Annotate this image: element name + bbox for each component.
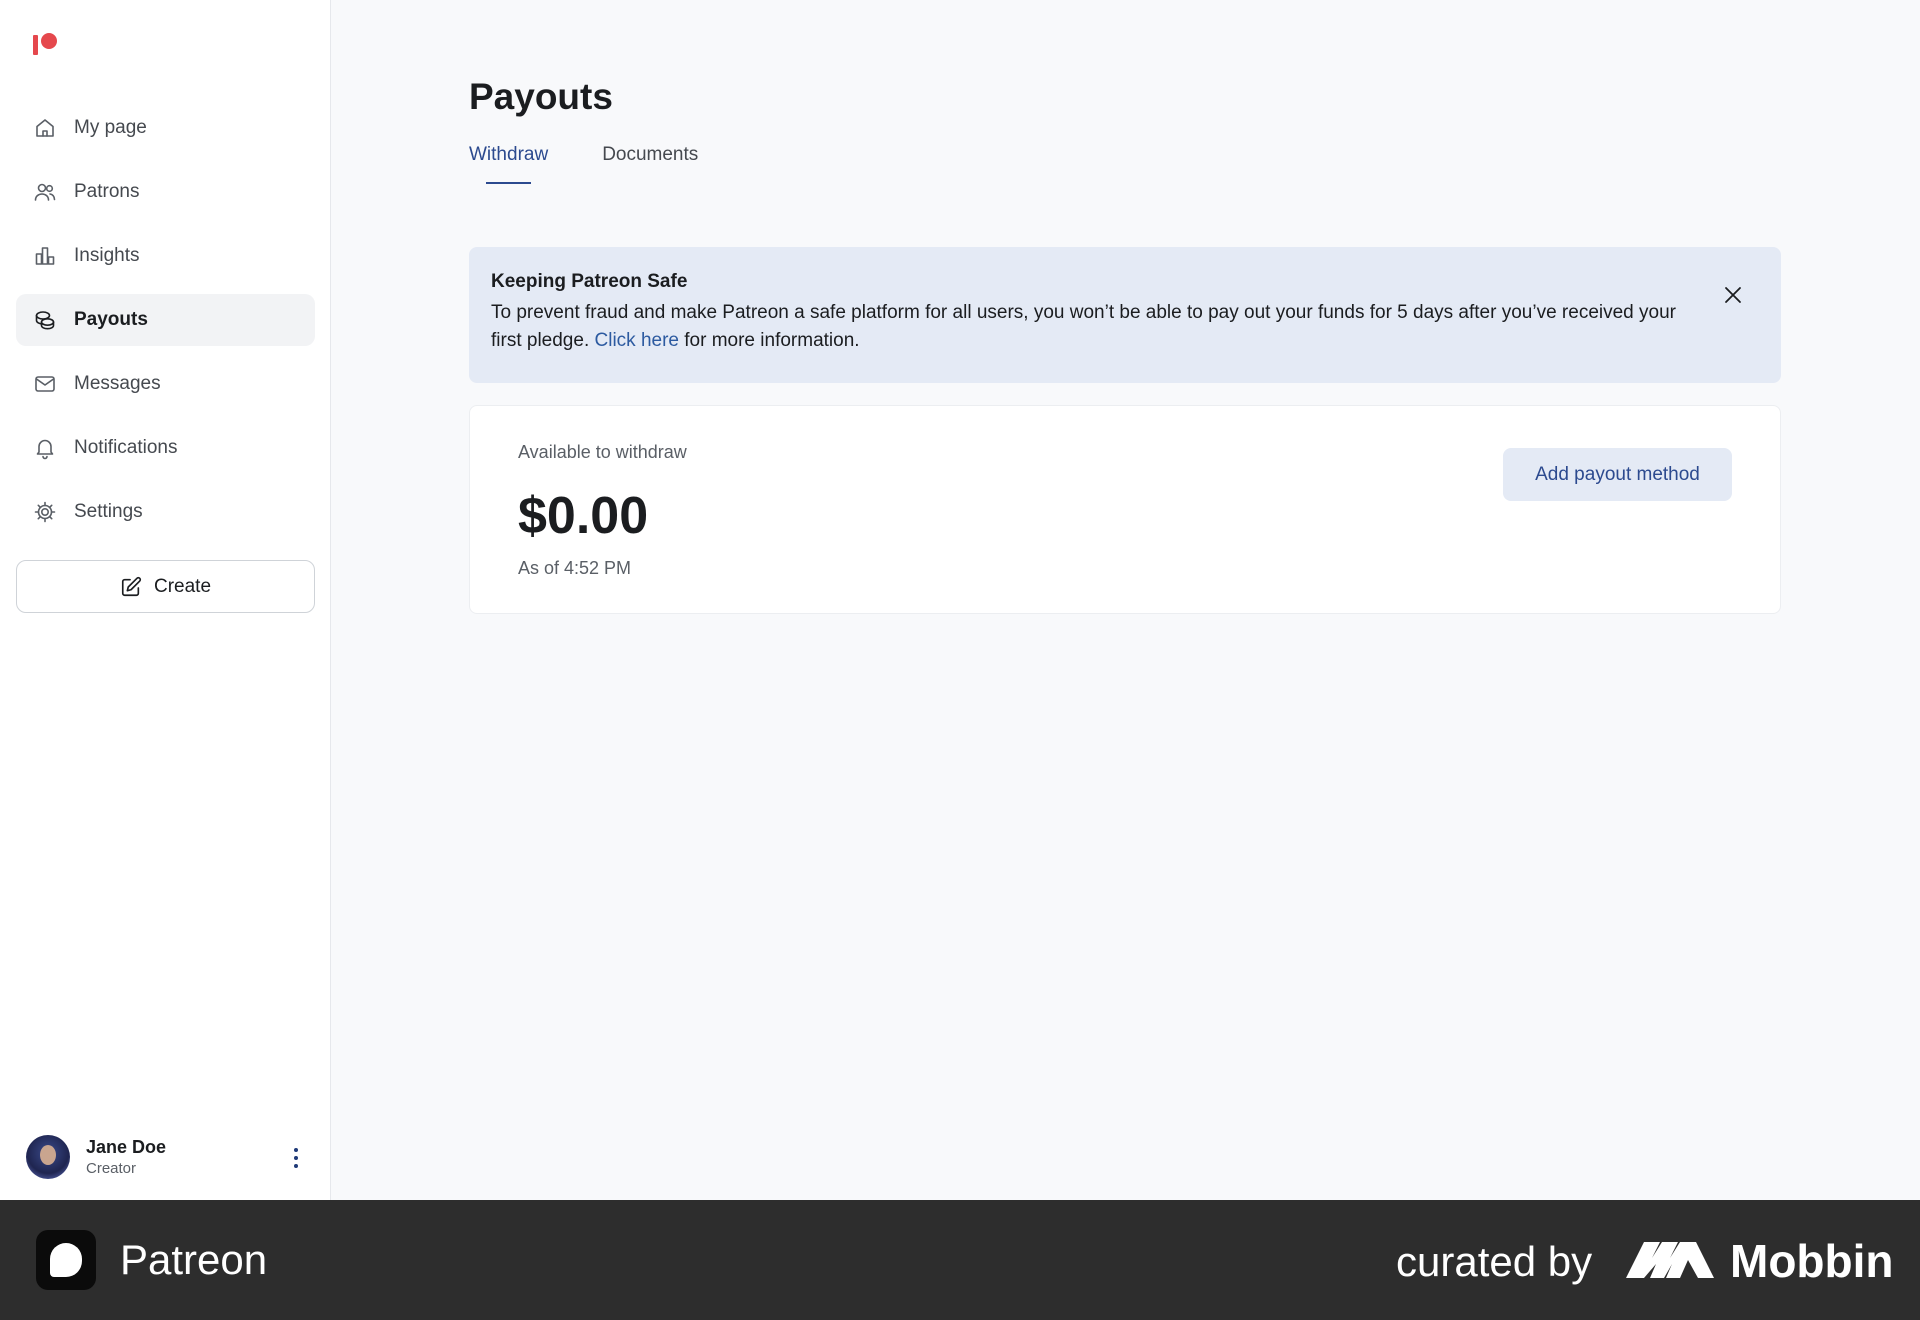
gear-icon xyxy=(32,499,58,525)
sidebar-item-label: Insights xyxy=(74,245,140,266)
sidebar-item-patrons[interactable]: Patrons xyxy=(16,166,315,218)
create-button-label: Create xyxy=(153,575,212,597)
user-name: Jane Doe xyxy=(86,1137,167,1157)
patreon-logo[interactable] xyxy=(33,33,59,57)
sidebar-item-label: Notifications xyxy=(74,437,178,458)
sidebar-item-messages[interactable]: Messages xyxy=(16,358,315,410)
balance-card: Available to withdraw $0.00 As of 4:52 P… xyxy=(469,405,1781,614)
patreon-app-icon xyxy=(36,1230,96,1290)
banner-text-after: for more information. xyxy=(678,330,860,351)
tab-bar: Withdraw Documents xyxy=(469,144,752,184)
more-options-icon[interactable] xyxy=(286,1146,306,1170)
home-icon xyxy=(32,115,58,141)
sidebar-item-label: My page xyxy=(74,117,147,138)
app-name: Patreon xyxy=(120,1236,268,1283)
available-label: Available to withdraw xyxy=(518,442,687,462)
edit-icon xyxy=(121,576,142,596)
balance-timestamp: As of 4:52 PM xyxy=(518,558,632,578)
users-icon xyxy=(32,179,58,205)
sidebar-item-label: Payouts xyxy=(74,309,148,330)
mobbin-logo-icon xyxy=(1626,1238,1716,1282)
page-title: Payouts xyxy=(469,76,613,117)
sidebar: My page Patrons Insights Payouts Message… xyxy=(0,0,331,1200)
brand-footer: Patreon curated by Mobbin xyxy=(0,1200,1920,1320)
user-info: Jane Doe Creator xyxy=(86,1137,166,1177)
sidebar-item-label: Settings xyxy=(74,501,143,522)
sidebar-item-label: Patrons xyxy=(74,181,140,202)
mail-icon xyxy=(32,371,58,397)
banner-title: Keeping Patreon Safe xyxy=(491,271,688,292)
sidebar-nav: My page Patrons Insights Payouts Message… xyxy=(16,102,315,550)
bar-chart-icon xyxy=(32,243,58,269)
sidebar-item-my-page[interactable]: My page xyxy=(16,102,315,154)
sidebar-item-payouts[interactable]: Payouts xyxy=(16,294,315,346)
curated-by-text: curated by xyxy=(1396,1238,1593,1285)
info-banner: Keeping Patreon Safe To prevent fraud an… xyxy=(469,247,1781,383)
coins-icon xyxy=(32,307,58,333)
sidebar-item-insights[interactable]: Insights xyxy=(16,230,315,282)
user-role: Creator xyxy=(86,1160,137,1177)
close-icon[interactable] xyxy=(1723,285,1743,305)
tab-withdraw[interactable]: Withdraw xyxy=(469,144,548,184)
sidebar-item-notifications[interactable]: Notifications xyxy=(16,422,315,474)
mobbin-brand: Mobbin xyxy=(1730,1235,1894,1287)
sidebar-item-settings[interactable]: Settings xyxy=(16,486,315,538)
avatar[interactable] xyxy=(26,1135,70,1179)
user-profile[interactable]: Jane Doe Creator xyxy=(26,1134,306,1180)
sidebar-item-label: Messages xyxy=(74,373,161,394)
main-content: Payouts Withdraw Documents Keeping Patre… xyxy=(331,0,1920,1200)
tab-documents[interactable]: Documents xyxy=(602,144,698,182)
balance-amount: $0.00 xyxy=(518,487,649,545)
banner-link[interactable]: Click here xyxy=(595,330,679,351)
add-payout-method-button[interactable]: Add payout method xyxy=(1503,448,1732,501)
bell-icon xyxy=(32,435,58,461)
banner-text: To prevent fraud and make Patreon a safe… xyxy=(491,299,1691,355)
create-button[interactable]: Create xyxy=(16,560,315,613)
